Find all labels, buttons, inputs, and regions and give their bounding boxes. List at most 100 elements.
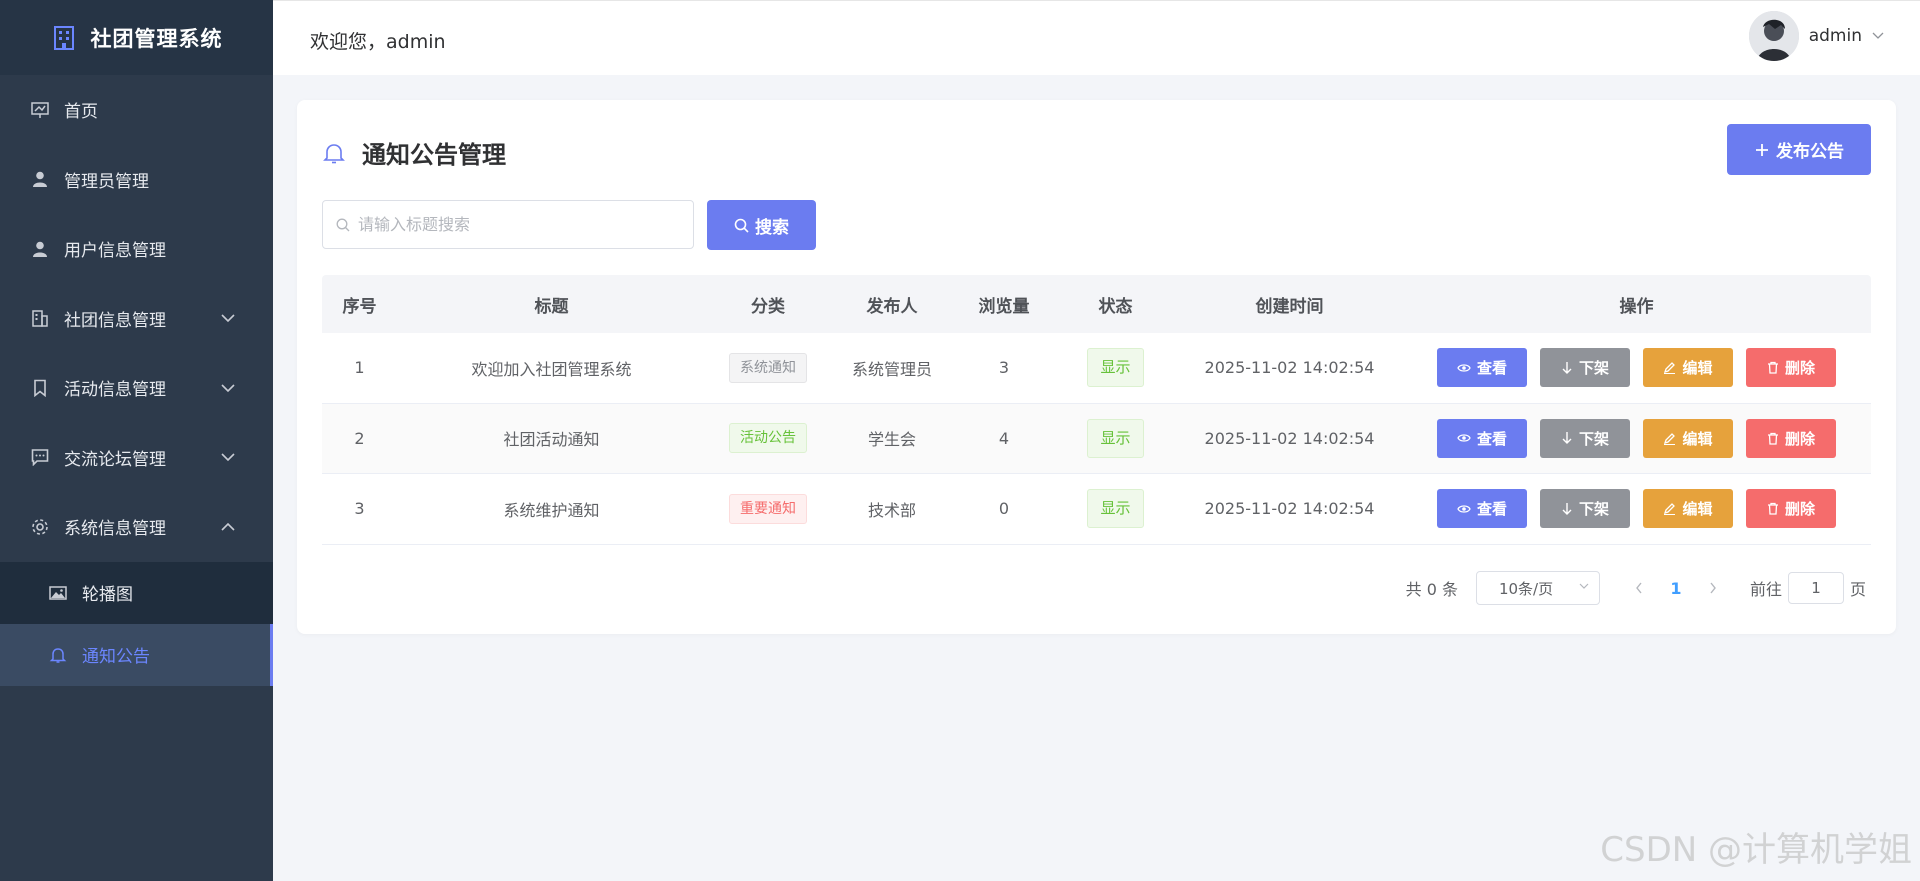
delete-label: 删除 [1784, 500, 1815, 519]
arrow-down-icon [1562, 432, 1572, 445]
table-row: 1 欢迎加入社团管理系统 系统通知 系统管理员 3 显示 2025-11-02 … [322, 333, 1871, 404]
cell-category: 系统通知 [706, 352, 830, 383]
table-row: 3 系统维护通知 重要通知 技术部 0 显示 2025-11-02 14:02:… [322, 474, 1871, 545]
brand: 社团管理系统 [0, 0, 273, 75]
eye-icon [1457, 505, 1471, 513]
cell-category: 重要通知 [706, 493, 830, 524]
building-icon [30, 308, 50, 328]
takedown-button[interactable]: 下架 [1540, 348, 1630, 388]
sidebar-item-clubs[interactable]: 社团信息管理 [0, 284, 273, 354]
plus-icon [1756, 143, 1768, 156]
cell-title: 欢迎加入社团管理系统 [471, 359, 632, 379]
takedown-label: 下架 [1578, 359, 1609, 378]
prev-page-button[interactable] [1624, 578, 1654, 599]
view-label: 查看 [1476, 359, 1507, 378]
search-label: 搜索 [755, 217, 789, 238]
pagination: 共 0 条 10条/页 1 前往 页 [1406, 571, 1866, 605]
cell-publisher: 技术部 [867, 500, 916, 520]
arrow-down-icon [1562, 502, 1572, 515]
sidebar-item-label: 社团信息管理 [64, 310, 166, 331]
sidebar-item-activities[interactable]: 活动信息管理 [0, 353, 273, 423]
welcome-text: 欢迎您，admin [310, 31, 446, 53]
edit-label: 编辑 [1682, 500, 1713, 519]
building-icon [53, 25, 74, 50]
cell-title: 系统维护通知 [503, 500, 600, 520]
chat-icon [30, 447, 50, 467]
cell-views: 0 [998, 499, 1010, 519]
delete-button[interactable]: 删除 [1746, 418, 1836, 458]
cell-status: 显示 [1054, 348, 1177, 388]
search-button[interactable]: 搜索 [707, 200, 816, 250]
next-page-button[interactable] [1698, 578, 1728, 599]
sidebar-item-users[interactable]: 用户信息管理 [0, 214, 273, 284]
sidebar-subitem-carousel[interactable]: 轮播图 [0, 561, 273, 624]
sidebar: 社团管理系统 首页 管理员管理 用户信息管理 社团信息管理 活动信息管理 交流论… [0, 0, 273, 881]
notice-table: 序号 标题 分类 发布人 浏览量 状态 创建时间 操作 1 欢迎加入社团管理系统… [322, 275, 1871, 545]
sidebar-item-label: 首页 [64, 102, 98, 123]
app-title: 社团管理系统 [90, 26, 223, 51]
row-actions: 查看 下架 编辑 删除 [1437, 348, 1836, 388]
sidebar-subitem-label: 轮播图 [82, 585, 133, 605]
card-header: 通知公告管理 [322, 135, 506, 170]
edit-button[interactable]: 编辑 [1643, 418, 1733, 458]
view-label: 查看 [1476, 500, 1507, 519]
cell-actions: 查看 下架 编辑 删除 [1402, 418, 1871, 458]
page-number[interactable]: 1 [1654, 579, 1698, 598]
watermark: CSDN @计算机学姐 [1600, 830, 1912, 870]
search-field[interactable] [322, 200, 694, 249]
view-button[interactable]: 查看 [1437, 348, 1527, 388]
goto-page-input[interactable] [1787, 572, 1844, 604]
column-header: 状态 [1098, 296, 1133, 317]
picture-icon [48, 583, 68, 603]
page-size-select[interactable]: 10条/页 [1475, 571, 1600, 605]
cell-status: 显示 [1054, 418, 1177, 458]
row-actions: 查看 下架 编辑 删除 [1437, 489, 1836, 529]
sidebar-item-admins[interactable]: 管理员管理 [0, 145, 273, 215]
avatar [1748, 11, 1799, 61]
takedown-button[interactable]: 下架 [1540, 489, 1630, 529]
table-row: 2 社团活动通知 活动公告 学生会 4 显示 2025-11-02 14:02:… [322, 403, 1871, 474]
view-button[interactable]: 查看 [1437, 489, 1527, 529]
edit-icon [1664, 362, 1676, 375]
table-header: 序号 标题 分类 发布人 浏览量 状态 创建时间 操作 [322, 275, 1871, 333]
category-tag: 重要通知 [729, 493, 807, 524]
cell-created: 2025-11-02 14:02:54 [1204, 358, 1375, 378]
sidebar-item-forum[interactable]: 交流论坛管理 [0, 423, 273, 493]
sidebar-item-system[interactable]: 系统信息管理 [0, 492, 273, 562]
category-tag: 活动公告 [729, 423, 807, 454]
delete-label: 删除 [1784, 429, 1815, 448]
search-input[interactable] [358, 215, 678, 234]
chevron-down-icon [221, 384, 235, 392]
column-header: 序号 [342, 296, 377, 317]
cell-created: 2025-11-02 14:02:54 [1204, 428, 1375, 448]
status-badge: 显示 [1087, 489, 1144, 529]
sidebar-item-label: 系统信息管理 [64, 519, 166, 540]
arrow-down-icon [1562, 361, 1572, 374]
bell-icon [323, 143, 345, 163]
user-icon [30, 169, 50, 189]
sidebar-subitem-notice[interactable]: 通知公告 [0, 623, 273, 686]
edit-button[interactable]: 编辑 [1643, 489, 1733, 529]
takedown-label: 下架 [1578, 429, 1609, 448]
edit-label: 编辑 [1682, 359, 1713, 378]
delete-button[interactable]: 删除 [1746, 348, 1836, 388]
user-menu[interactable]: admin [1748, 11, 1884, 61]
cell-actions: 查看 下架 编辑 删除 [1402, 489, 1871, 529]
edit-button[interactable]: 编辑 [1643, 348, 1733, 388]
pagination-total: 共 0 条 [1405, 580, 1458, 599]
publish-button[interactable]: 发布公告 [1727, 124, 1871, 175]
delete-label: 删除 [1784, 359, 1815, 378]
takedown-button[interactable]: 下架 [1540, 418, 1630, 458]
delete-button[interactable]: 删除 [1746, 489, 1836, 529]
sidebar-item-home[interactable]: 首页 [0, 75, 273, 145]
category-tag: 系统通知 [729, 352, 807, 383]
cell-actions: 查看 下架 编辑 删除 [1402, 348, 1871, 388]
view-button[interactable]: 查看 [1437, 418, 1527, 458]
cell-publisher: 学生会 [867, 430, 916, 450]
column-header: 发布人 [866, 296, 918, 317]
search-icon [734, 218, 749, 233]
top-header: 欢迎您，admin admin [273, 0, 1920, 75]
row-actions: 查看 下架 编辑 删除 [1437, 418, 1836, 458]
status-badge: 显示 [1087, 348, 1144, 388]
chevron-down-icon [1872, 32, 1884, 39]
